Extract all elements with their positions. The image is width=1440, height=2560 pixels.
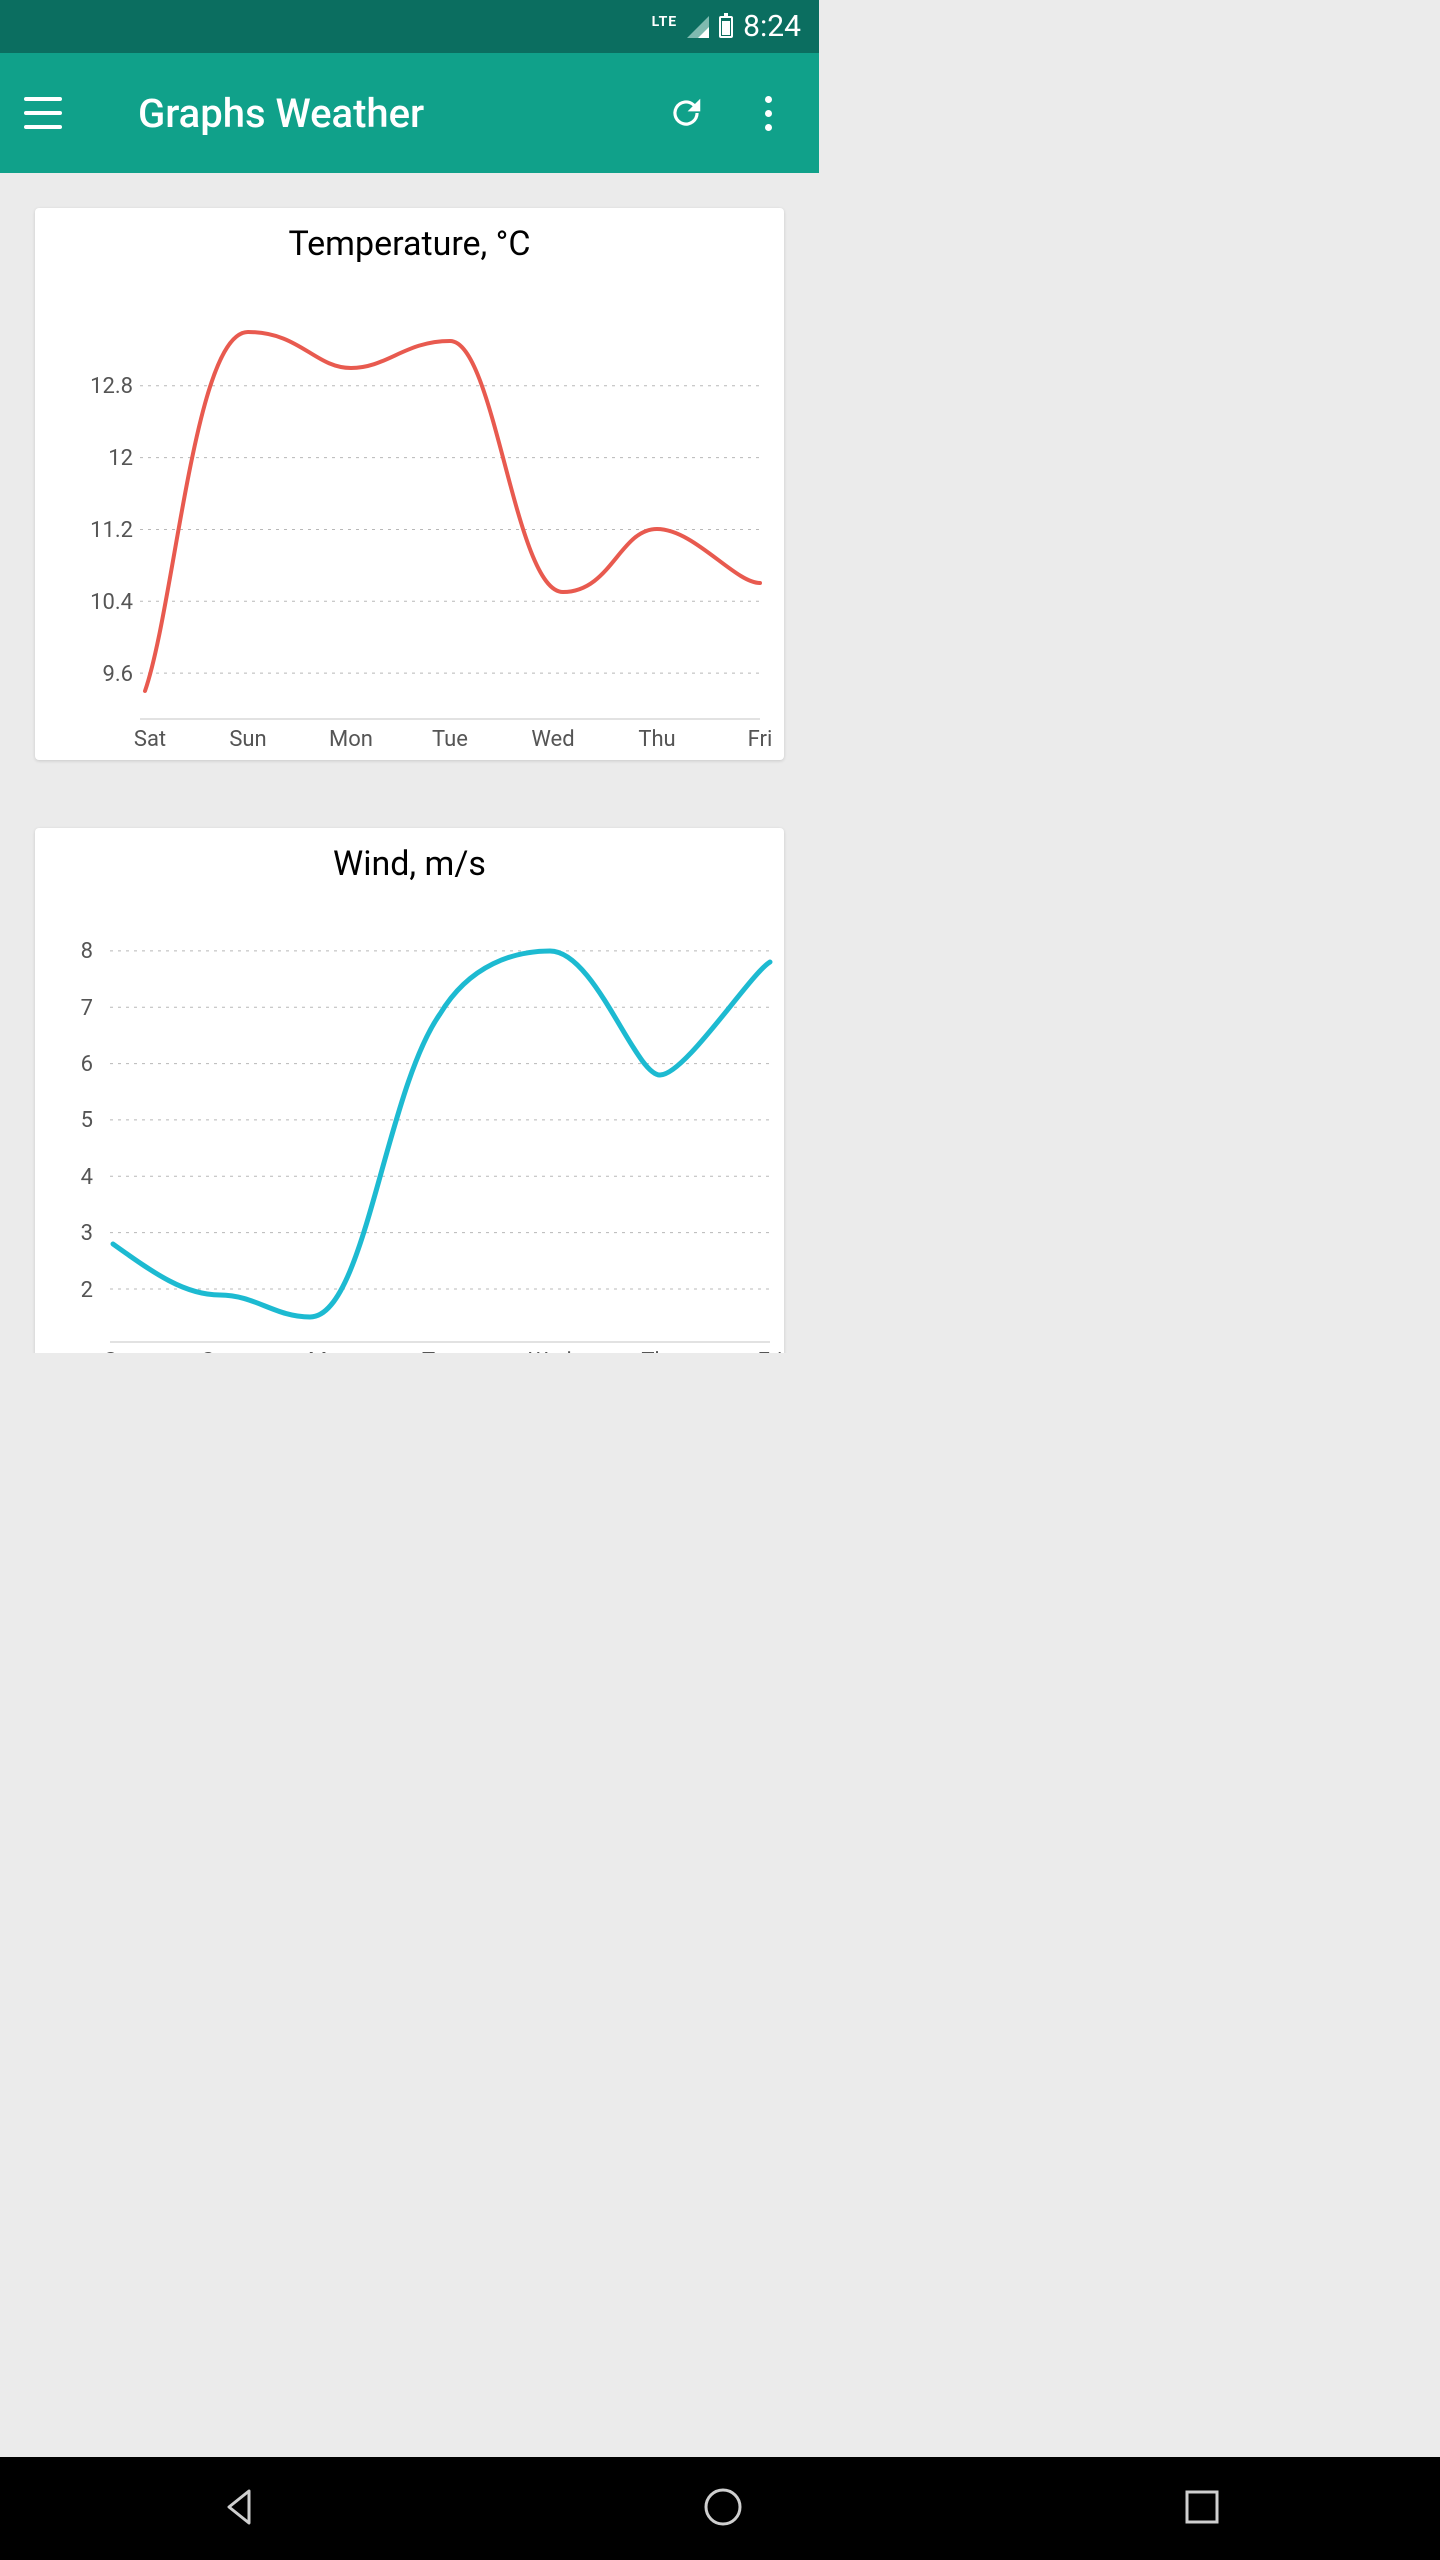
wind-xtick-1: Sun: [201, 1349, 238, 1353]
temp-xtick-0: Sat: [134, 727, 166, 752]
battery-icon: [719, 16, 733, 38]
wind-ytick-0: 2: [81, 1278, 93, 1303]
temp-ytick-0: 9.6: [102, 662, 133, 687]
wind-ytick-1: 3: [81, 1221, 93, 1246]
navigation-bar: [0, 2457, 1440, 2560]
wind-ytick-6: 8: [81, 939, 93, 964]
temp-xtick-2: Mon: [329, 727, 373, 752]
wind-ytick-3: 5: [81, 1108, 93, 1133]
recents-button[interactable]: [1183, 2488, 1221, 2530]
wind-ytick-5: 7: [81, 996, 93, 1021]
wind-ytick-2: 4: [81, 1165, 93, 1190]
temp-xtick-4: Wed: [531, 727, 574, 752]
wind-chart-title: Wind, m/s: [35, 838, 784, 894]
temp-xtick-3: Tue: [432, 727, 468, 752]
temp-xtick-1: Sun: [229, 727, 266, 752]
recents-icon: [1183, 2488, 1221, 2526]
app-bar: Graphs Weather: [0, 53, 819, 173]
back-icon: [219, 2485, 263, 2529]
wind-xtick-5: Thu: [641, 1349, 678, 1353]
temperature-chart: 9.6 10.4 11.2 12 12.8 Sat Sun Mon Tue We…: [35, 274, 784, 754]
status-bar: LTE 8:24: [0, 0, 819, 53]
temp-ytick-3: 12: [108, 446, 133, 471]
temp-ytick-4: 12.8: [90, 374, 133, 399]
wind-card: Wind, m/s 2 3 4 5 6 7 8 S: [35, 828, 784, 1353]
wind-ytick-4: 6: [81, 1052, 93, 1077]
home-icon: [701, 2485, 745, 2529]
refresh-button[interactable]: [659, 86, 713, 140]
network-label: LTE: [652, 14, 678, 30]
signal-icon: [687, 16, 709, 38]
temperature-card: Temperature, °C 9.6 10.4 11.2 12 12.8 Sa…: [35, 208, 784, 760]
refresh-icon: [667, 94, 705, 132]
menu-button[interactable]: [24, 86, 78, 140]
temp-xtick-5: Thu: [638, 727, 675, 752]
home-button[interactable]: [701, 2485, 745, 2533]
temp-xtick-6: Fri: [748, 727, 773, 752]
temperature-chart-title: Temperature, °C: [35, 218, 784, 274]
clock: 8:24: [743, 9, 801, 44]
app-title: Graphs Weather: [138, 90, 631, 137]
back-button[interactable]: [219, 2485, 263, 2533]
wind-xtick-3: Tue: [422, 1349, 458, 1353]
wind-xtick-2: Mon: [308, 1349, 352, 1353]
wind-chart: 2 3 4 5 6 7 8 Sat Sun Mon Tue Wed Thu Fr…: [35, 894, 784, 1353]
wind-xtick-6: Fri: [758, 1349, 783, 1353]
wind-xtick-4: Wed: [528, 1349, 571, 1353]
wind-xtick-0: Sat: [104, 1349, 136, 1353]
temp-ytick-1: 10.4: [90, 590, 133, 615]
temp-ytick-2: 11.2: [90, 518, 133, 543]
overflow-button[interactable]: [741, 86, 795, 140]
content: Temperature, °C 9.6 10.4 11.2 12 12.8 Sa…: [0, 173, 819, 1353]
wind-line: [113, 951, 770, 1317]
